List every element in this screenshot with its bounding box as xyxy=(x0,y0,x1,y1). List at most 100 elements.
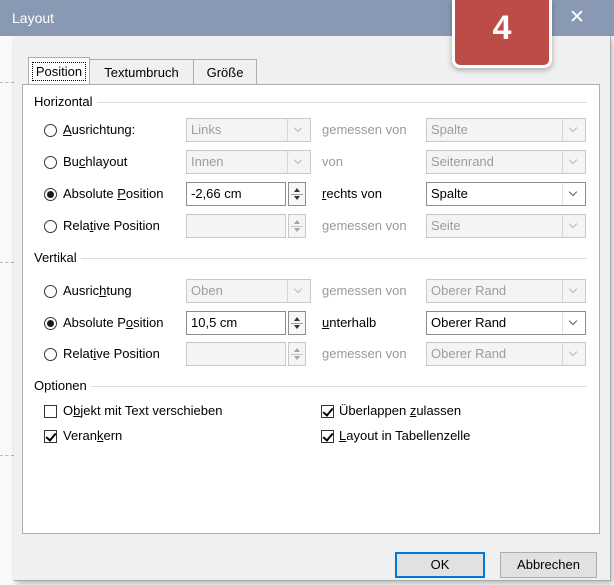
spin-down-icon xyxy=(294,356,300,360)
label-v-ausrichtung: Ausrichtung xyxy=(63,283,132,298)
chevron-down-icon xyxy=(287,280,310,302)
input-value: 10,5 cm xyxy=(191,315,238,330)
tab-textumbruch[interactable]: Textumbruch xyxy=(89,59,194,85)
radio-dot xyxy=(47,191,54,198)
radio-h-relative-position[interactable] xyxy=(44,220,57,233)
radio-dot xyxy=(47,320,54,327)
combo-h-buchlayout[interactable]: Innen xyxy=(186,150,311,174)
combo-v-ausrichtung-reference[interactable]: Oberer Rand xyxy=(426,279,586,303)
tab-label: Position xyxy=(31,62,87,81)
spin-divider xyxy=(291,194,303,195)
input-h-relative-position[interactable] xyxy=(186,214,286,238)
spin-up-icon xyxy=(294,188,300,192)
label-h-buchlayout: Buchlayout xyxy=(63,154,128,169)
combo-value: Spalte xyxy=(431,186,468,201)
combo-h-buchlayout-reference[interactable]: Seitenrand xyxy=(426,150,586,174)
options-group-title: Optionen xyxy=(34,378,91,394)
label-ueberlappen: Überlappen zulassen xyxy=(339,403,462,418)
radio-v-ausrichtung[interactable] xyxy=(44,285,57,298)
label-v-absolute-position: Absolute Position xyxy=(63,315,164,330)
spinner-h-relative-position[interactable] xyxy=(288,214,306,238)
horizontal-group-title: Horizontal xyxy=(34,94,97,110)
combo-value: Seite xyxy=(431,218,461,233)
radio-h-ausrichtung[interactable] xyxy=(44,124,57,137)
input-v-absolute-position[interactable]: 10,5 cm xyxy=(186,311,286,335)
checkbox-ueberlappen[interactable] xyxy=(321,405,334,418)
combo-v-absolute-reference[interactable]: Oberer Rand xyxy=(426,311,586,335)
chevron-down-icon xyxy=(562,280,585,302)
label-h-relative-position: Relative Position xyxy=(63,218,160,233)
combo-v-relative-reference[interactable]: Oberer Rand xyxy=(426,342,586,366)
label-h-gemessen-von: gemessen von xyxy=(322,122,407,137)
document-guide-line xyxy=(0,455,14,456)
label-h-von: von xyxy=(322,154,343,169)
combo-h-ausrichtung-reference[interactable]: Spalte xyxy=(426,118,586,142)
spinner-v-relative-position[interactable] xyxy=(288,342,306,366)
document-guide-line xyxy=(0,82,14,83)
combo-value: Spalte xyxy=(431,122,468,137)
spin-down-icon xyxy=(294,196,300,200)
combo-h-relative-reference[interactable]: Seite xyxy=(426,214,586,238)
input-h-absolute-position[interactable]: -2,66 cm xyxy=(186,182,286,206)
combo-value: Innen xyxy=(191,154,224,169)
tab-groesse[interactable]: Größe xyxy=(193,59,257,85)
label-verankern: Verankern xyxy=(63,428,123,443)
combo-value: Seitenrand xyxy=(431,154,494,169)
ok-button[interactable]: OK xyxy=(395,552,485,578)
group-separator xyxy=(34,258,587,259)
combo-value: Links xyxy=(191,122,222,137)
radio-v-relative-position[interactable] xyxy=(44,348,57,361)
input-value: -2,66 cm xyxy=(191,186,242,201)
chevron-down-icon xyxy=(562,183,585,205)
combo-value: Oberer Rand xyxy=(431,283,507,298)
label-h-gemessen-von-relative: gemessen von xyxy=(322,218,407,233)
spin-up-icon xyxy=(294,348,300,352)
chevron-down-icon xyxy=(562,215,585,237)
spin-divider xyxy=(291,323,303,324)
label-v-unterhalb: unterhalb xyxy=(322,315,377,330)
group-separator xyxy=(34,386,587,387)
spinner-v-absolute-position[interactable] xyxy=(288,311,306,335)
label-v-relative-position: Relative Position xyxy=(63,346,160,361)
spin-divider xyxy=(291,226,303,227)
tab-label: Textumbruch xyxy=(104,65,179,80)
vertical-group-title: Vertikal xyxy=(34,250,81,266)
radio-v-absolute-position[interactable] xyxy=(44,317,57,330)
spin-up-icon xyxy=(294,220,300,224)
combo-value: Oberer Rand xyxy=(431,315,507,330)
combo-value: Oberer Rand xyxy=(431,346,507,361)
chevron-down-icon xyxy=(562,119,585,141)
radio-h-absolute-position[interactable] xyxy=(44,188,57,201)
spin-down-icon xyxy=(294,325,300,329)
combo-h-ausrichtung[interactable]: Links xyxy=(186,118,311,142)
spin-up-icon xyxy=(294,317,300,321)
label-v-gemessen-von-relative: gemessen von xyxy=(322,346,407,361)
spinner-h-absolute-position[interactable] xyxy=(288,182,306,206)
checkbox-verankern[interactable] xyxy=(44,430,57,443)
chevron-down-icon xyxy=(562,343,585,365)
combo-v-ausrichtung[interactable]: Oben xyxy=(186,279,311,303)
tab-label: Größe xyxy=(206,65,244,80)
check-icon xyxy=(322,405,334,417)
spin-down-icon xyxy=(294,228,300,232)
combo-h-absolute-reference[interactable]: Spalte xyxy=(426,182,586,206)
checkbox-objekt-mit-text[interactable] xyxy=(44,405,57,418)
radio-h-buchlayout[interactable] xyxy=(44,156,57,169)
tab-position[interactable]: Position xyxy=(28,57,90,85)
chevron-down-icon xyxy=(287,119,310,141)
close-icon[interactable]: ✕ xyxy=(565,6,589,30)
label-layout-tabellenzelle: Layout in Tabellenzelle xyxy=(339,428,471,443)
label-h-ausrichtung: Ausrichtung: xyxy=(63,122,136,137)
label-v-gemessen-von: gemessen von xyxy=(322,283,407,298)
check-icon xyxy=(322,430,334,442)
cancel-button[interactable]: Abbrechen xyxy=(500,552,597,578)
label-h-rechts-von: rechts von xyxy=(322,186,382,201)
chevron-down-icon xyxy=(287,151,310,173)
chevron-down-icon xyxy=(562,312,585,334)
chevron-down-icon xyxy=(562,151,585,173)
label-objekt-mit-text: Objekt mit Text verschieben xyxy=(63,403,223,418)
checkbox-layout-tabellenzelle[interactable] xyxy=(321,430,334,443)
combo-value: Oben xyxy=(191,283,223,298)
input-v-relative-position[interactable] xyxy=(186,342,286,366)
document-guide-line xyxy=(0,262,14,263)
